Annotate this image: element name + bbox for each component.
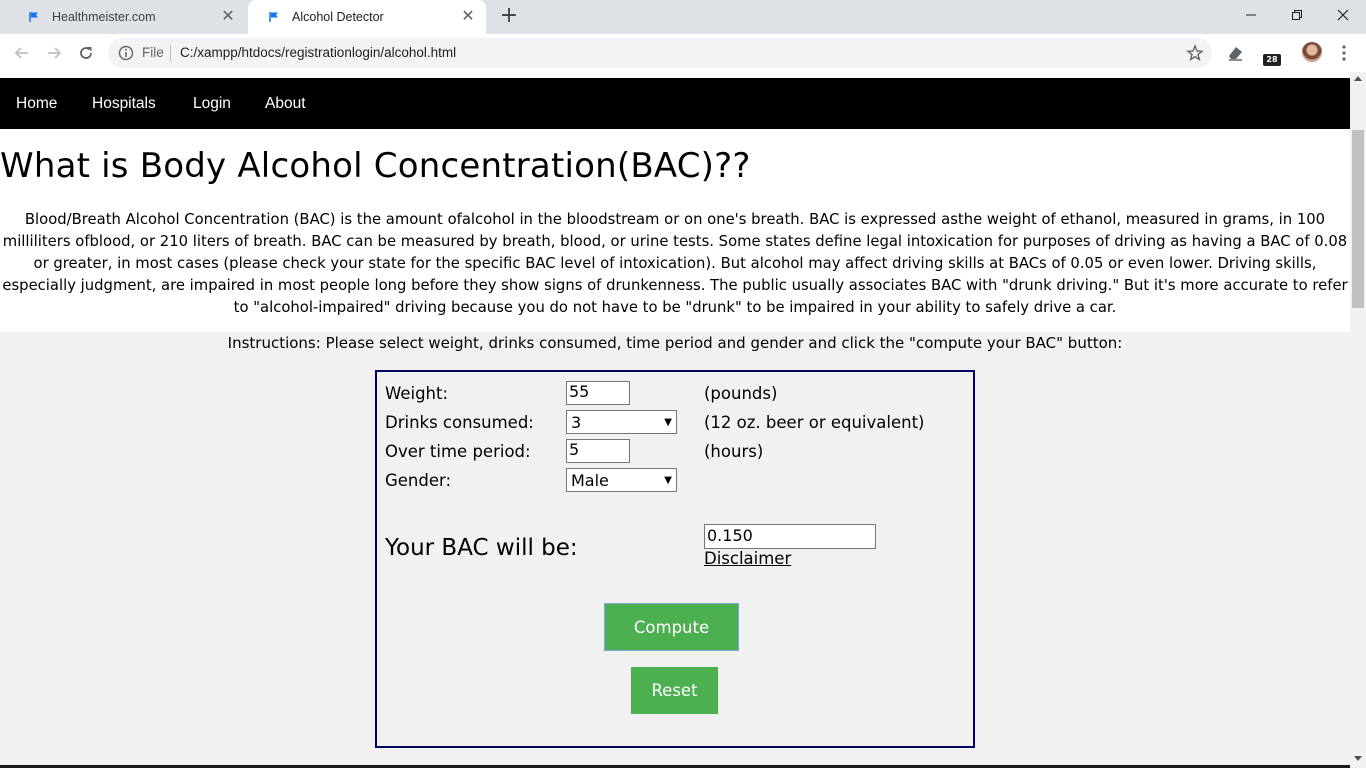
gender-label: Gender: — [385, 471, 452, 490]
menu-icon[interactable] — [1338, 42, 1350, 64]
time-label: Over time period: — [385, 442, 531, 461]
close-icon[interactable]: ✕ — [460, 9, 476, 25]
dropdown-arrow-icon: ▼ — [664, 474, 672, 486]
weight-unit: (pounds) — [704, 384, 778, 403]
window-close-icon[interactable] — [1320, 0, 1366, 30]
instructions-text: Instructions: Please select weight, drin… — [227, 334, 1123, 352]
back-icon[interactable] — [10, 41, 34, 65]
tab-alcohol-detector[interactable]: Alcohol Detector ✕ — [248, 0, 486, 34]
drinks-select[interactable]: 3 ▼ — [566, 410, 677, 434]
time-unit: (hours) — [704, 442, 764, 461]
restore-icon[interactable] — [1274, 0, 1320, 30]
tab-title: Alcohol Detector — [292, 10, 384, 24]
intro-section: What is Body Alcohol Concentration(BAC)?… — [0, 129, 1350, 332]
eraser-extension-icon[interactable] — [1224, 42, 1246, 64]
extension-badge: 28 — [1263, 54, 1281, 66]
nav-about[interactable]: About — [265, 95, 306, 113]
vertical-scrollbar[interactable] — [1350, 72, 1366, 768]
drinks-label: Drinks consumed: — [385, 413, 534, 432]
compute-button[interactable]: Compute — [604, 603, 739, 651]
minimize-icon[interactable] — [1228, 0, 1274, 30]
info-icon[interactable] — [118, 45, 134, 61]
reload-icon[interactable] — [74, 41, 98, 65]
tab-strip: Healthmeister.com ✕ Alcohol Detector ✕ + — [0, 0, 1366, 34]
bac-result-label: Your BAC will be: — [385, 535, 578, 561]
weight-input[interactable]: 55 — [566, 381, 630, 405]
url-text[interactable]: C:/xampp/htdocs/registrationlogin/alcoho… — [180, 45, 456, 60]
divider — [170, 45, 171, 62]
bac-calculator: Weight: 55 (pounds) Drinks consumed: 3 ▼… — [375, 370, 975, 748]
close-icon[interactable]: ✕ — [220, 9, 236, 25]
reset-button[interactable]: Reset — [631, 667, 718, 714]
drinks-value: 3 — [571, 412, 582, 432]
top-nav: Home Hospitals Login About — [0, 78, 1350, 129]
gender-select[interactable]: Male ▼ — [566, 468, 677, 492]
gender-value: Male — [571, 470, 609, 490]
tab-healthmeister[interactable]: Healthmeister.com ✕ — [8, 0, 246, 34]
page-viewport: Home Hospitals Login About What is Body … — [0, 72, 1366, 768]
dropdown-arrow-icon: ▼ — [664, 416, 672, 428]
nav-login[interactable]: Login — [193, 95, 231, 113]
browser-toolbar: File C:/xampp/htdocs/registrationlogin/a… — [0, 34, 1366, 72]
drinks-unit: (12 oz. beer or equivalent) — [704, 413, 925, 432]
flag-icon — [26, 9, 42, 25]
forward-icon[interactable] — [42, 41, 66, 65]
address-bar[interactable]: File C:/xampp/htdocs/registrationlogin/a… — [108, 38, 1212, 68]
disclaimer-link[interactable]: Disclaimer — [704, 549, 791, 568]
scroll-up-icon[interactable] — [1354, 76, 1362, 81]
bac-result-field[interactable]: 0.150 — [704, 524, 876, 549]
new-tab-icon[interactable]: + — [498, 5, 520, 27]
nav-hospitals[interactable]: Hospitals — [92, 95, 156, 113]
nav-home[interactable]: Home — [16, 95, 57, 113]
weight-label: Weight: — [385, 384, 449, 403]
scroll-thumb[interactable] — [1352, 130, 1364, 308]
intro-paragraph: Blood/Breath Alcohol Concentration (BAC)… — [2, 211, 1348, 316]
scheme-label: File — [142, 45, 164, 60]
flag-icon — [266, 9, 282, 25]
tab-title: Healthmeister.com — [52, 10, 156, 24]
page-title: What is Body Alcohol Concentration(BAC)?… — [0, 146, 751, 186]
bookmark-star-icon[interactable] — [1186, 44, 1204, 62]
time-input[interactable]: 5 — [566, 439, 630, 463]
profile-avatar[interactable] — [1302, 42, 1322, 62]
scroll-down-icon[interactable] — [1354, 756, 1362, 761]
